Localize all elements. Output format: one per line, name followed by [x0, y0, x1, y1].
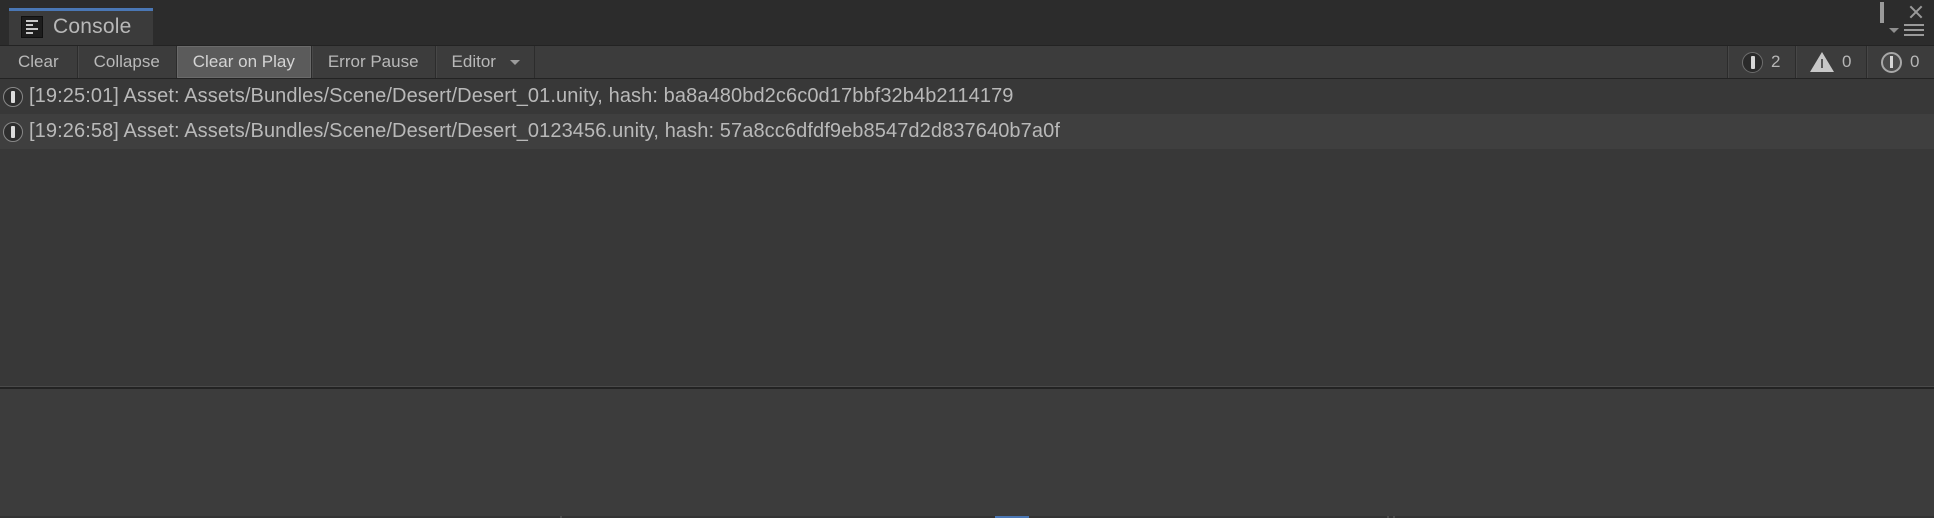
warning-icon [1810, 52, 1834, 72]
warning-count: 0 [1842, 52, 1852, 71]
maximize-icon[interactable] [1878, 2, 1894, 23]
error-icon [3, 121, 23, 142]
close-icon[interactable] [1908, 4, 1924, 20]
collapse-button[interactable]: Collapse [77, 46, 177, 78]
error-icon [1742, 51, 1763, 73]
warning-counter[interactable]: 0 [1795, 46, 1866, 78]
chevron-down-icon [509, 59, 520, 65]
window-controls [1878, 2, 1924, 23]
clear-button[interactable]: Clear [0, 46, 78, 78]
log-list[interactable]: [19:25:01] Asset: Assets/Bundles/Scene/D… [0, 79, 1934, 386]
toolbar-spacer [534, 46, 1727, 78]
editor-dropdown[interactable]: Editor [435, 46, 535, 78]
tab-bar: Console [0, 0, 1934, 45]
window-menu-controls [1889, 24, 1924, 36]
log-counters: 2 0 0 [1727, 46, 1934, 78]
console-toolbar: Clear Collapse Clear on Play Error Pause… [0, 45, 1934, 79]
log-list-empty-area [0, 149, 1934, 386]
hamburger-menu-icon[interactable] [1904, 24, 1924, 36]
log-entry-row[interactable]: [19:26:58] Asset: Assets/Bundles/Scene/D… [0, 114, 1934, 149]
clear-on-play-button[interactable]: Clear on Play [176, 46, 312, 78]
log-detail-pane[interactable] [0, 389, 1934, 518]
error-counter[interactable]: 2 [1727, 46, 1795, 78]
error-count: 2 [1771, 52, 1781, 71]
chevron-down-icon[interactable] [1889, 27, 1899, 33]
info-icon [1881, 51, 1902, 73]
unity-console-window: Console Clear Collapse Clear on Play Err… [0, 0, 1934, 518]
tab-console[interactable]: Console [9, 8, 154, 45]
tab-console-label: Console [53, 14, 132, 38]
info-count: 0 [1910, 52, 1920, 71]
log-entry-text: [19:25:01] Asset: Assets/Bundles/Scene/D… [29, 85, 1014, 107]
error-pause-button[interactable]: Error Pause [311, 46, 436, 78]
info-counter[interactable]: 0 [1866, 46, 1934, 78]
log-entry-text: [19:26:58] Asset: Assets/Bundles/Scene/D… [29, 120, 1060, 142]
editor-dropdown-label: Editor [451, 52, 496, 71]
error-icon [3, 86, 23, 107]
console-list-icon [21, 15, 43, 38]
log-entry-row[interactable]: [19:25:01] Asset: Assets/Bundles/Scene/D… [0, 79, 1934, 114]
